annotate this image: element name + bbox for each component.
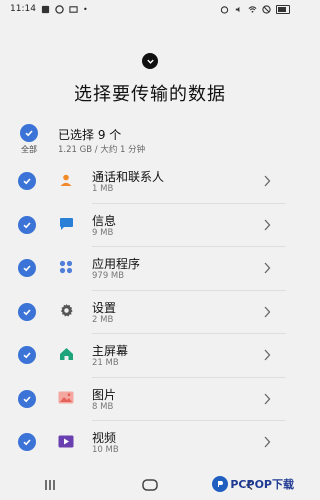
chevron-right-icon	[264, 175, 271, 187]
status-bar: 11:14 •	[0, 0, 300, 18]
check-icon	[23, 439, 31, 446]
collapse-button[interactable]	[142, 53, 158, 69]
item-checkbox[interactable]	[18, 389, 36, 408]
list-item-contacts[interactable]: 通话和联系人 1 MB	[0, 160, 300, 204]
item-name: 视频	[92, 431, 117, 445]
select-all-checkbox[interactable]	[20, 124, 38, 142]
mute-icon	[235, 6, 240, 12]
item-size: 21 MB	[92, 358, 119, 368]
home-icon	[57, 345, 75, 363]
check-icon	[23, 221, 31, 228]
chevron-right-icon	[264, 306, 271, 317]
item-checkbox[interactable]	[18, 172, 36, 190]
settings-icon	[57, 302, 75, 320]
apps-icon	[57, 258, 75, 276]
check-icon	[23, 265, 31, 272]
item-name: 通话和联系人	[92, 170, 165, 184]
select-all-label: 全部	[21, 145, 37, 154]
selected-size-summary: 1.21 GB / 大约 1 分钟	[58, 145, 146, 155]
check-icon	[23, 352, 31, 359]
item-checkbox[interactable]	[18, 433, 36, 451]
selected-count: 已选择 9 个	[58, 128, 122, 142]
dnd-icon	[262, 4, 271, 14]
item-name: 设置	[92, 300, 117, 315]
chevron-down-icon	[146, 59, 154, 64]
watermark-logo: PCPOP下载	[212, 476, 294, 492]
item-name: 应用程序	[92, 257, 141, 271]
item-checkbox[interactable]	[18, 302, 36, 321]
chevron-right-icon	[264, 393, 271, 404]
battery-icon	[276, 4, 290, 14]
check-icon	[23, 178, 31, 185]
item-name: 信息	[92, 213, 117, 228]
chevron-right-icon	[264, 349, 271, 361]
check-icon	[23, 308, 31, 315]
item-checkbox[interactable]	[18, 215, 36, 234]
item-size: 10 MB	[92, 445, 119, 455]
notification-icon	[55, 4, 64, 14]
data-category-list: 通话和联系人 1 MB 信息 9 MB 应用程序 979 MB 设置 2 MB	[0, 160, 300, 465]
chevron-right-icon	[264, 262, 271, 274]
item-size: 9 MB	[92, 227, 114, 238]
item-size: 1 MB	[92, 184, 114, 194]
item-name: 图片	[92, 387, 117, 402]
check-icon	[23, 395, 31, 402]
home-nav-icon	[142, 479, 158, 491]
list-item-settings[interactable]: 设置 2 MB	[0, 291, 300, 334]
chevron-right-icon	[264, 219, 271, 230]
recent-apps-button[interactable]	[30, 475, 70, 495]
select-all-toggle[interactable]: 全部	[14, 124, 44, 155]
item-checkbox[interactable]	[18, 259, 36, 277]
list-item-messages[interactable]: 信息 9 MB	[0, 204, 300, 247]
contacts-icon	[57, 171, 75, 189]
check-icon	[25, 130, 33, 137]
chevron-right-icon	[264, 436, 271, 448]
alarm-icon	[220, 5, 229, 14]
wifi-icon	[248, 5, 257, 13]
item-size: 2 MB	[92, 314, 114, 325]
status-time: 11:14	[10, 4, 36, 14]
watermark-text: PCPOP下载	[230, 478, 294, 491]
messages-icon	[57, 215, 75, 233]
home-button[interactable]	[130, 475, 170, 495]
page-title: 选择要传输的数据	[74, 84, 226, 105]
list-item-images[interactable]: 图片 8 MB	[0, 378, 300, 421]
item-size: 8 MB	[92, 401, 114, 412]
recents-icon	[45, 480, 55, 490]
item-size: 979 MB	[92, 271, 125, 281]
video-icon	[57, 432, 75, 450]
more-dot: •	[82, 4, 88, 14]
image-icon	[57, 389, 75, 407]
notification-icon	[69, 5, 78, 13]
list-item-home-screen[interactable]: 主屏幕 21 MB	[0, 334, 300, 378]
notification-icon	[41, 5, 50, 13]
watermark-icon	[212, 476, 229, 492]
list-item-videos[interactable]: 视频 10 MB	[0, 421, 300, 465]
item-checkbox[interactable]	[18, 346, 36, 364]
item-name: 主屏幕	[92, 344, 129, 358]
list-item-apps[interactable]: 应用程序 979 MB	[0, 247, 300, 291]
